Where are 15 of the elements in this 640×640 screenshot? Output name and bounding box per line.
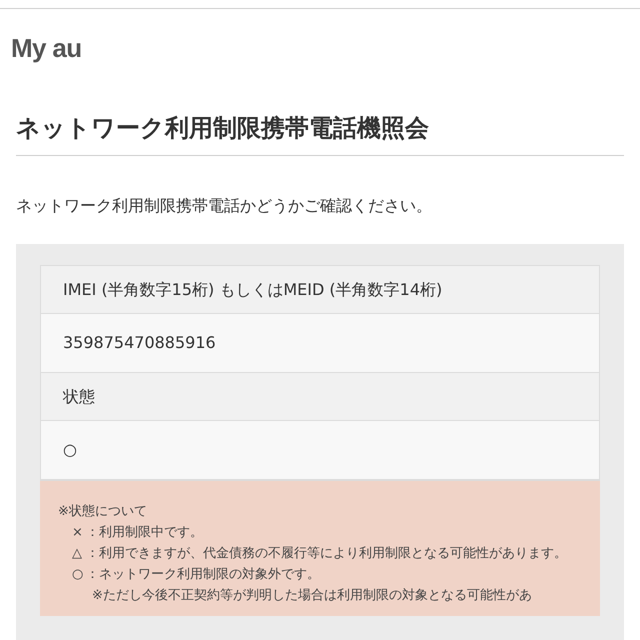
note-text: ：利用できますが、代金債務の不履行等により利用制限となる可能性があります。	[86, 545, 567, 563]
field-label: 状態	[63, 386, 95, 408]
note-heading: ※状態について	[58, 503, 148, 521]
status-symbol: ○	[72, 566, 84, 584]
note-text: ：利用制限中です。	[86, 524, 203, 542]
note-text: ：ネットワーク利用制限の対象外です。	[86, 566, 320, 584]
status-symbol: △	[72, 545, 83, 563]
page-title: ネットワーク利用制限携帯電話機照会	[16, 113, 430, 144]
intro-text: ネットワーク利用制限携帯電話かどうかご確認ください。	[16, 195, 433, 217]
note-text: ※ただし今後不正契約等が判明した場合は利用制限の対象となる可能性があ	[92, 588, 532, 603]
status-symbol: ×	[72, 524, 84, 542]
field-value: 359875470885916	[63, 332, 216, 354]
field-value: ○	[63, 439, 77, 461]
field-label: IMEI (半角数字15桁) もしくはMEID (半角数字14桁)	[63, 278, 442, 300]
logo[interactable]: My au	[11, 33, 82, 63]
